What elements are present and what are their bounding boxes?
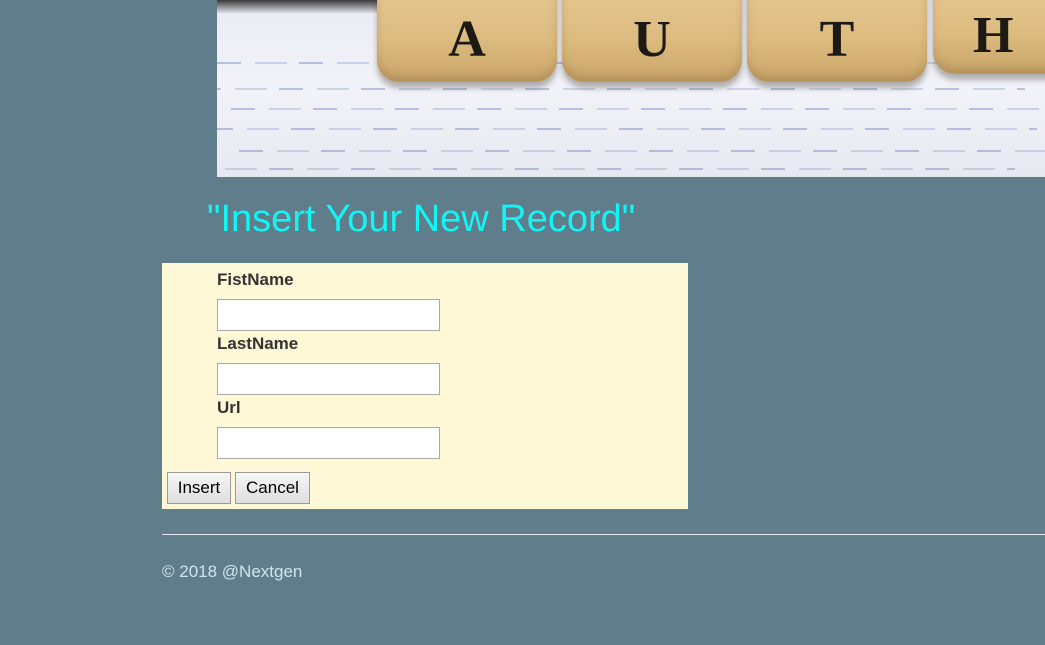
banner-image: A U T H [217, 0, 1045, 177]
handwriting-line [217, 168, 1015, 170]
lastname-label: LastName [217, 334, 299, 353]
cancel-button[interactable]: Cancel [235, 472, 310, 504]
firstname-label: FistName [217, 270, 294, 289]
url-label: Url [217, 398, 241, 417]
firstname-input[interactable] [217, 299, 440, 331]
handwriting-line [217, 88, 1025, 90]
footer-copyright: © 2018 @Nextgen [162, 562, 303, 581]
letter-tile: U [562, 0, 742, 82]
insert-record-form: FistName LastName Url Insert Cancel [162, 263, 688, 509]
url-input[interactable] [217, 427, 440, 459]
letter-tile-label: U [633, 10, 671, 68]
handwriting-line [217, 128, 1037, 130]
letter-tile: A [377, 0, 557, 82]
page: A U T H "Insert Your New Record" FistNam… [0, 0, 1045, 645]
insert-button[interactable]: Insert [167, 472, 231, 504]
banner-shadow [217, 0, 377, 14]
letter-tile: H [933, 0, 1045, 74]
page-title: "Insert Your New Record" [207, 198, 636, 240]
letter-tile-label: T [819, 10, 855, 68]
lastname-input[interactable] [217, 363, 440, 395]
letter-tile-label: H [973, 6, 1014, 64]
handwriting-line [231, 108, 1045, 110]
footer-divider [162, 534, 1045, 535]
handwriting-line [239, 150, 1045, 152]
letter-tile-label: A [448, 10, 486, 68]
letter-tile: T [747, 0, 927, 82]
